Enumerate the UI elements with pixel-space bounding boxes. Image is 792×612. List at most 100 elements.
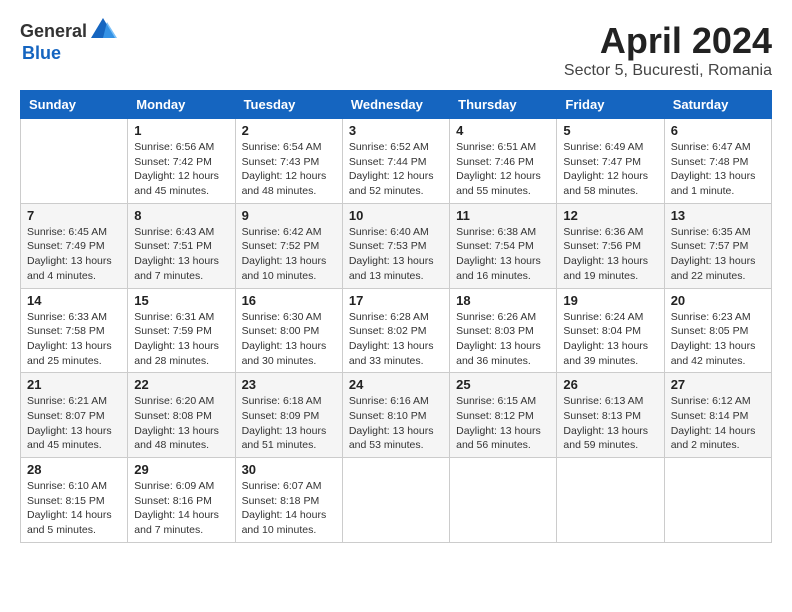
page-header: General Blue April 2024 Sector 5, Bucure… — [20, 20, 772, 80]
calendar-cell: 24 Sunrise: 6:16 AM Sunset: 8:10 PM Dayli… — [342, 373, 449, 458]
calendar-cell: 26 Sunrise: 6:13 AM Sunset: 8:13 PM Dayli… — [557, 373, 664, 458]
day-number: 30 — [242, 462, 336, 477]
day-number: 16 — [242, 293, 336, 308]
calendar-cell: 29 Sunrise: 6:09 AM Sunset: 8:16 PM Dayli… — [128, 458, 235, 543]
calendar-cell: 23Sunrise: 6:18 AM Sunset: 8:09 PM Dayli… — [235, 373, 342, 458]
day-number: 3 — [349, 123, 443, 138]
day-info: Sunrise: 6:23 AM Sunset: 8:05 PM Dayligh… — [671, 310, 765, 369]
day-info: Sunrise: 6:10 AM Sunset: 8:15 PM Dayligh… — [27, 479, 121, 538]
day-number: 23 — [242, 377, 336, 392]
location-title: Sector 5, Bucuresti, Romania — [564, 62, 772, 80]
day-number: 7 — [27, 208, 121, 223]
calendar-cell: 16 Sunrise: 6:30 AM Sunset: 8:00 PM Dayli… — [235, 288, 342, 373]
calendar-cell: 27 Sunrise: 6:12 AM Sunset: 8:14 PM Dayli… — [664, 373, 771, 458]
calendar-week-row: 14 Sunrise: 6:33 AM Sunset: 7:58 PM Dayli… — [21, 288, 772, 373]
day-number: 17 — [349, 293, 443, 308]
day-info: Sunrise: 6:21 AM Sunset: 8:07 PM Dayligh… — [27, 394, 121, 453]
calendar-cell: 9 Sunrise: 6:42 AM Sunset: 7:52 PM Daylig… — [235, 203, 342, 288]
day-number: 28 — [27, 462, 121, 477]
calendar-cell — [557, 458, 664, 543]
day-info: Sunrise: 6:16 AM Sunset: 8:10 PM Dayligh… — [349, 394, 443, 453]
calendar-cell: 17 Sunrise: 6:28 AM Sunset: 8:02 PM Dayli… — [342, 288, 449, 373]
calendar-cell: 8 Sunrise: 6:43 AM Sunset: 7:51 PM Daylig… — [128, 203, 235, 288]
day-info: Sunrise: 6:35 AM Sunset: 7:57 PM Dayligh… — [671, 225, 765, 284]
calendar-week-row: 1 Sunrise: 6:56 AM Sunset: 7:42 PM Daylig… — [21, 119, 772, 204]
day-number: 9 — [242, 208, 336, 223]
day-number: 2 — [242, 123, 336, 138]
day-info: Sunrise: 6:51 AM Sunset: 7:46 PM Dayligh… — [456, 140, 550, 199]
day-of-week-header: Saturday — [664, 91, 771, 119]
day-of-week-header: Monday — [128, 91, 235, 119]
day-info: Sunrise: 6:43 AM Sunset: 7:51 PM Dayligh… — [134, 225, 228, 284]
calendar-cell — [21, 119, 128, 204]
calendar-cell: 7Sunrise: 6:45 AM Sunset: 7:49 PM Daylig… — [21, 203, 128, 288]
day-info: Sunrise: 6:33 AM Sunset: 7:58 PM Dayligh… — [27, 310, 121, 369]
day-number: 15 — [134, 293, 228, 308]
calendar-cell: 21Sunrise: 6:21 AM Sunset: 8:07 PM Dayli… — [21, 373, 128, 458]
day-info: Sunrise: 6:36 AM Sunset: 7:56 PM Dayligh… — [563, 225, 657, 284]
calendar-cell — [664, 458, 771, 543]
day-info: Sunrise: 6:13 AM Sunset: 8:13 PM Dayligh… — [563, 394, 657, 453]
day-info: Sunrise: 6:09 AM Sunset: 8:16 PM Dayligh… — [134, 479, 228, 538]
calendar-cell — [450, 458, 557, 543]
calendar-header-row: SundayMondayTuesdayWednesdayThursdayFrid… — [21, 91, 772, 119]
logo-blue: Blue — [22, 44, 117, 64]
day-info: Sunrise: 6:47 AM Sunset: 7:48 PM Dayligh… — [671, 140, 765, 199]
day-number: 11 — [456, 208, 550, 223]
day-info: Sunrise: 6:24 AM Sunset: 8:04 PM Dayligh… — [563, 310, 657, 369]
day-number: 26 — [563, 377, 657, 392]
calendar-cell: 19Sunrise: 6:24 AM Sunset: 8:04 PM Dayli… — [557, 288, 664, 373]
day-number: 14 — [27, 293, 121, 308]
day-info: Sunrise: 6:15 AM Sunset: 8:12 PM Dayligh… — [456, 394, 550, 453]
calendar-cell: 15 Sunrise: 6:31 AM Sunset: 7:59 PM Dayli… — [128, 288, 235, 373]
day-info: Sunrise: 6:28 AM Sunset: 8:02 PM Dayligh… — [349, 310, 443, 369]
day-number: 8 — [134, 208, 228, 223]
day-info: Sunrise: 6:07 AM Sunset: 8:18 PM Dayligh… — [242, 479, 336, 538]
day-info: Sunrise: 6:30 AM Sunset: 8:00 PM Dayligh… — [242, 310, 336, 369]
day-number: 27 — [671, 377, 765, 392]
calendar-cell: 14 Sunrise: 6:33 AM Sunset: 7:58 PM Dayli… — [21, 288, 128, 373]
day-number: 24 — [349, 377, 443, 392]
day-number: 22 — [134, 377, 228, 392]
calendar-cell: 11Sunrise: 6:38 AM Sunset: 7:54 PM Dayli… — [450, 203, 557, 288]
day-info: Sunrise: 6:42 AM Sunset: 7:52 PM Dayligh… — [242, 225, 336, 284]
day-number: 10 — [349, 208, 443, 223]
calendar-cell: 1 Sunrise: 6:56 AM Sunset: 7:42 PM Daylig… — [128, 119, 235, 204]
month-title: April 2024 — [564, 20, 772, 62]
day-number: 4 — [456, 123, 550, 138]
day-of-week-header: Sunday — [21, 91, 128, 119]
day-number: 5 — [563, 123, 657, 138]
calendar-week-row: 7Sunrise: 6:45 AM Sunset: 7:49 PM Daylig… — [21, 203, 772, 288]
calendar-cell: 4 Sunrise: 6:51 AM Sunset: 7:46 PM Daylig… — [450, 119, 557, 204]
day-info: Sunrise: 6:54 AM Sunset: 7:43 PM Dayligh… — [242, 140, 336, 199]
calendar-cell: 22 Sunrise: 6:20 AM Sunset: 8:08 PM Dayli… — [128, 373, 235, 458]
calendar-cell — [342, 458, 449, 543]
day-number: 20 — [671, 293, 765, 308]
day-number: 18 — [456, 293, 550, 308]
calendar-week-row: 21Sunrise: 6:21 AM Sunset: 8:07 PM Dayli… — [21, 373, 772, 458]
logo: General Blue — [20, 20, 117, 64]
calendar-week-row: 28 Sunrise: 6:10 AM Sunset: 8:15 PM Dayli… — [21, 458, 772, 543]
day-number: 12 — [563, 208, 657, 223]
calendar-cell: 10Sunrise: 6:40 AM Sunset: 7:53 PM Dayli… — [342, 203, 449, 288]
day-info: Sunrise: 6:31 AM Sunset: 7:59 PM Dayligh… — [134, 310, 228, 369]
calendar-cell: 2 Sunrise: 6:54 AM Sunset: 7:43 PM Daylig… — [235, 119, 342, 204]
day-info: Sunrise: 6:20 AM Sunset: 8:08 PM Dayligh… — [134, 394, 228, 453]
calendar-cell: 13 Sunrise: 6:35 AM Sunset: 7:57 PM Dayli… — [664, 203, 771, 288]
day-info: Sunrise: 6:52 AM Sunset: 7:44 PM Dayligh… — [349, 140, 443, 199]
day-number: 13 — [671, 208, 765, 223]
calendar-cell: 25 Sunrise: 6:15 AM Sunset: 8:12 PM Dayli… — [450, 373, 557, 458]
day-info: Sunrise: 6:56 AM Sunset: 7:42 PM Dayligh… — [134, 140, 228, 199]
calendar-cell: 18 Sunrise: 6:26 AM Sunset: 8:03 PM Dayli… — [450, 288, 557, 373]
day-info: Sunrise: 6:49 AM Sunset: 7:47 PM Dayligh… — [563, 140, 657, 199]
day-of-week-header: Thursday — [450, 91, 557, 119]
day-number: 29 — [134, 462, 228, 477]
day-info: Sunrise: 6:12 AM Sunset: 8:14 PM Dayligh… — [671, 394, 765, 453]
calendar-cell: 28 Sunrise: 6:10 AM Sunset: 8:15 PM Dayli… — [21, 458, 128, 543]
calendar-cell: 30 Sunrise: 6:07 AM Sunset: 8:18 PM Dayli… — [235, 458, 342, 543]
title-area: April 2024 Sector 5, Bucuresti, Romania — [564, 20, 772, 80]
day-number: 25 — [456, 377, 550, 392]
day-info: Sunrise: 6:26 AM Sunset: 8:03 PM Dayligh… — [456, 310, 550, 369]
day-number: 1 — [134, 123, 228, 138]
logo-icon — [89, 16, 117, 44]
